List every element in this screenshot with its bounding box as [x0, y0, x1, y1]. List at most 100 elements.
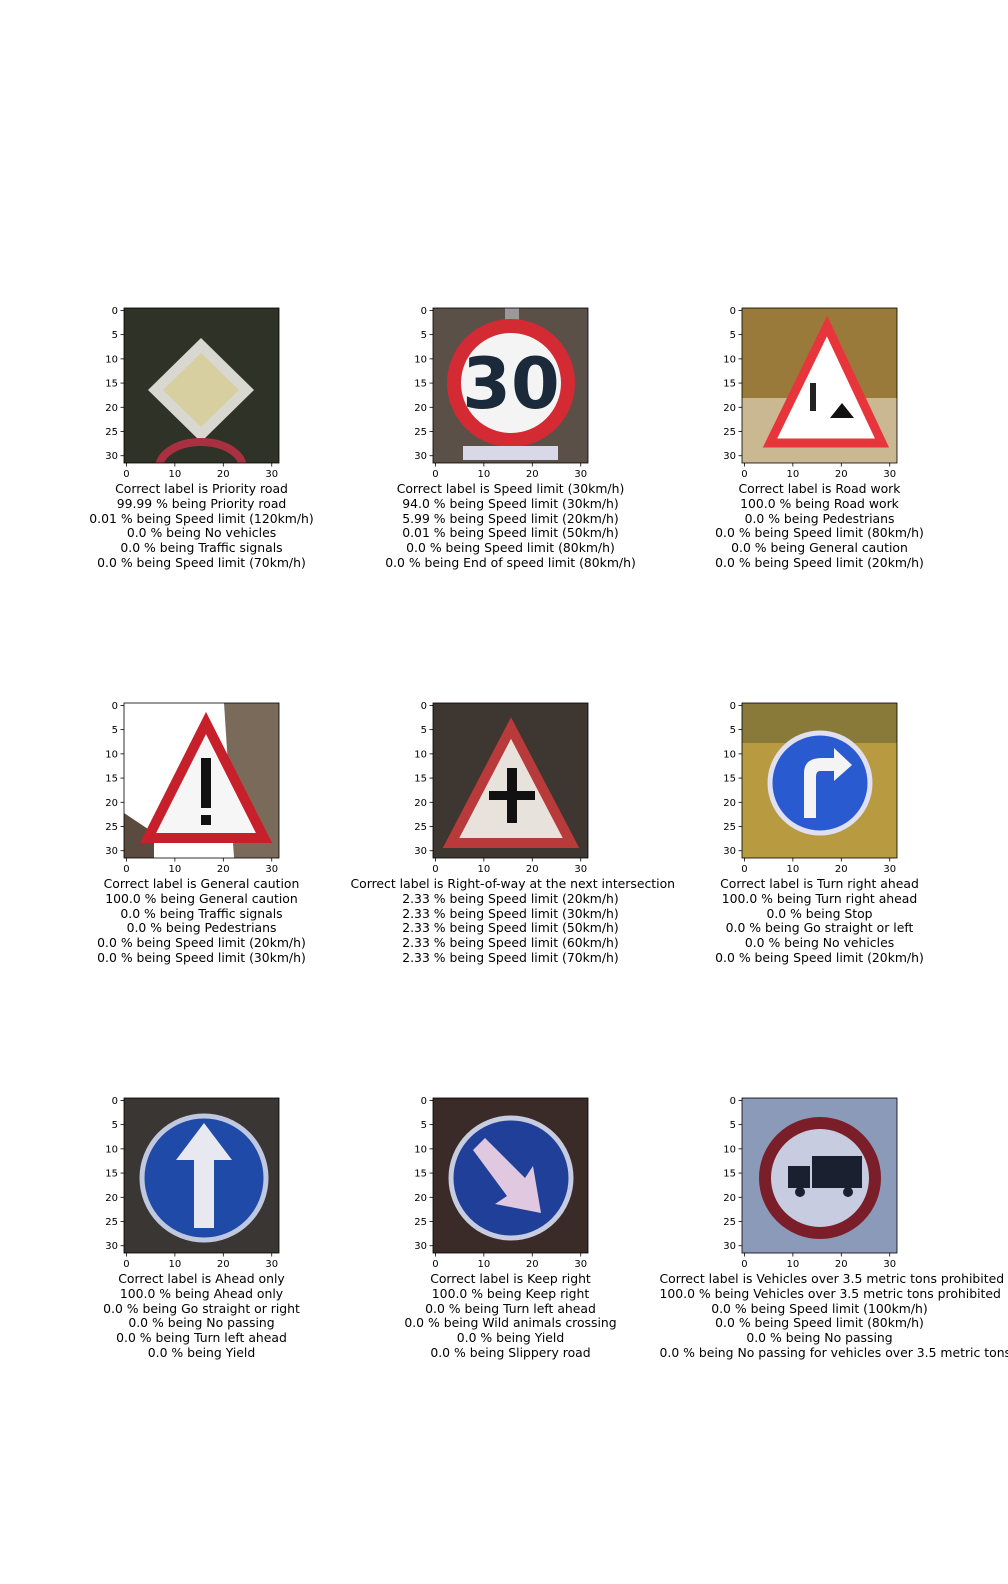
y-tick-label: 10	[105, 749, 118, 760]
sign-image	[742, 308, 897, 463]
sign-digits: 30	[462, 343, 559, 425]
prediction-line: 0.0 % being Stop	[766, 905, 873, 921]
prediction-line: 0.0 % being General caution	[731, 540, 908, 556]
exclamation-bar	[201, 758, 211, 808]
sign-image-axes: 0 5 10 15 20 25 30 0 10 20 30	[723, 1096, 898, 1270]
y-tick-label: 25	[723, 427, 736, 438]
sign-image	[742, 1098, 897, 1253]
correct-label-line: Correct label is Priority road	[115, 481, 288, 496]
x-tick-label: 10	[168, 469, 181, 480]
x-tick-label: 10	[477, 864, 490, 875]
y-tick-label: 20	[414, 798, 427, 809]
truck-body	[812, 1156, 862, 1188]
y-tick-label: 25	[723, 822, 736, 833]
sign-image-axes: 0 5 10 15 20 25 30 0 10 20 30	[723, 701, 898, 875]
y-tick-label: 30	[105, 846, 118, 857]
sign-image-axes: 0 5 10 15 20 25 30 0 10 20 30	[414, 1096, 589, 1270]
prediction-panel: 30 0 5 10 15 20 25 30 0 10 20 30 Correct label is Sp…	[351, 300, 671, 590]
truck-wheel	[843, 1187, 853, 1197]
y-tick-label: 10	[723, 354, 736, 365]
prediction-line: 0.0 % being Yield	[147, 1344, 256, 1360]
prediction-panel: 0 5 10 15 20 25 30 0 10 20 30 Correct label is Gene…	[42, 695, 362, 985]
sign-image	[124, 308, 279, 463]
prediction-panel: 0 5 10 15 20 25 30 0 10 20 30 Correct label is Road…	[660, 300, 980, 590]
x-tick-label: 10	[477, 1259, 490, 1270]
correct-label-line: Correct label is Road work	[738, 481, 901, 496]
y-tick-label: 5	[730, 1120, 736, 1131]
prediction-line: 0.0 % being Traffic signals	[120, 905, 283, 921]
y-tick-label: 15	[414, 379, 427, 390]
y-tick-label: 20	[723, 798, 736, 809]
y-tick-label: 10	[414, 749, 427, 760]
truck-wheel	[795, 1187, 805, 1197]
x-tick-label: 20	[217, 864, 230, 875]
sign-image	[433, 703, 588, 858]
prediction-caption: Correct label is Priority road 99.99 % be…	[42, 481, 362, 571]
sign-image	[124, 1098, 279, 1253]
correct-label-line: Correct label is Speed limit (30km/h)	[396, 481, 625, 496]
y-tick-label: 25	[105, 822, 118, 833]
circle-sign	[767, 730, 873, 836]
x-tick-label: 20	[217, 1259, 230, 1270]
prediction-line: 0.0 % being No vehicles	[126, 525, 277, 541]
y-tick-label: 25	[105, 427, 118, 438]
prediction-caption: Correct label is Keep right 100.0 % being…	[351, 1271, 671, 1361]
correct-label-line: Correct label is Turn right ahead	[720, 876, 919, 891]
prediction-line: 0.0 % being Speed limit (20km/h)	[97, 935, 306, 951]
sign-image-axes: 0 5 10 15 20 25 30 0 10 20 30	[414, 701, 589, 875]
sign-image	[433, 1098, 588, 1253]
correct-label-line: Correct label is Keep right	[430, 1271, 591, 1286]
y-tick-label: 0	[421, 1096, 427, 1107]
prediction-line: 0.0 % being Turn left ahead	[425, 1300, 596, 1316]
prediction-line: 0.0 % being Speed limit (80km/h)	[406, 540, 615, 556]
prediction-line: 0.0 % being No passing	[128, 1315, 275, 1331]
prediction-line: 2.33 % being Speed limit (30km/h)	[402, 905, 619, 921]
prediction-caption: Correct label is Right-of-way at the nex…	[351, 876, 676, 966]
prediction-panel: 0 5 10 15 20 25 30 0 10 20 30 Correct label is Righ…	[351, 695, 676, 985]
y-tick-label: 10	[414, 354, 427, 365]
y-tick-label: 5	[112, 725, 118, 736]
prediction-line: 0.0 % being Pedestrians	[744, 510, 895, 526]
prediction-panel: 0 5 10 15 20 25 30 0 10 20 30 Correct label is Vehi…	[659, 1090, 1008, 1380]
x-tick-label: 0	[741, 469, 747, 480]
truck-cab	[788, 1166, 810, 1188]
prediction-line: 0.01 % being Speed limit (120km/h)	[89, 510, 314, 526]
x-tick-label: 30	[265, 1259, 278, 1270]
prediction-caption: Correct label is Road work 100.0 % being …	[660, 481, 980, 571]
prediction-line: 100.0 % being General caution	[105, 890, 298, 906]
y-tick-label: 15	[723, 379, 736, 390]
prediction-caption: Correct label is Vehicles over 3.5 metri…	[659, 1271, 1008, 1361]
x-tick-label: 20	[526, 864, 539, 875]
prediction-line: 0.0 % being Go straight or right	[103, 1300, 300, 1316]
prediction-line: 2.33 % being Speed limit (50km/h)	[402, 920, 619, 936]
prediction-caption: Correct label is Ahead only 100.0 % being…	[42, 1271, 362, 1361]
prediction-line: 0.0 % being No passing for vehicles over…	[659, 1344, 1008, 1360]
x-tick-label: 30	[883, 1259, 896, 1270]
x-tick-label: 20	[217, 469, 230, 480]
prediction-line: 0.0 % being Traffic signals	[120, 540, 283, 556]
prediction-line: 0.0 % being Turn left ahead	[116, 1330, 287, 1346]
prediction-line: 0.0 % being End of speed limit (80km/h)	[385, 554, 636, 570]
sign-image-axes: 0 5 10 15 20 25 30 0 10 20 30	[105, 701, 280, 875]
x-tick-label: 0	[741, 1259, 747, 1270]
y-tick-label: 0	[730, 701, 736, 712]
x-tick-label: 10	[168, 864, 181, 875]
prediction-line: 0.0 % being Speed limit (30km/h)	[97, 949, 306, 965]
x-tick-label: 10	[477, 469, 490, 480]
x-tick-label: 10	[786, 1259, 799, 1270]
prediction-line: 2.33 % being Speed limit (20km/h)	[402, 890, 619, 906]
y-tick-label: 0	[730, 1096, 736, 1107]
y-tick-label: 0	[421, 701, 427, 712]
correct-label-line: Correct label is Ahead only	[118, 1271, 285, 1286]
prediction-line: 99.99 % being Priority road	[116, 495, 287, 511]
y-tick-label: 30	[723, 1241, 736, 1252]
x-tick-label: 20	[526, 469, 539, 480]
x-tick-label: 20	[835, 1259, 848, 1270]
prediction-line: 94.0 % being Speed limit (30km/h)	[402, 495, 619, 511]
y-tick-label: 10	[723, 1144, 736, 1155]
sign-image	[124, 703, 279, 858]
y-tick-label: 15	[723, 1169, 736, 1180]
sign-image: 30	[433, 308, 588, 463]
y-tick-label: 5	[112, 1120, 118, 1131]
y-tick-label: 0	[112, 701, 118, 712]
